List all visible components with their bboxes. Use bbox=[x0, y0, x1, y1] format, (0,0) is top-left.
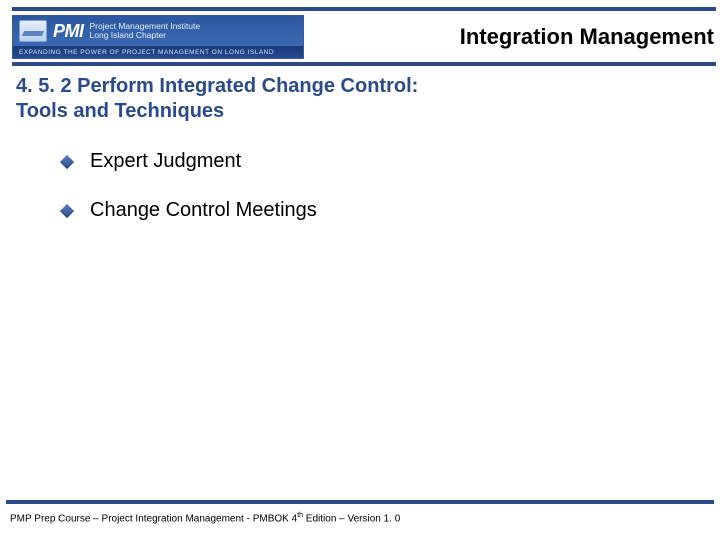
pmi-logo: PMI Project Management Institute Long Is… bbox=[12, 15, 304, 59]
footer-post: Edition – Version 1. 0 bbox=[303, 513, 400, 524]
bottom-rule bbox=[6, 500, 714, 504]
section-heading: 4. 5. 2 Perform Integrated Change Contro… bbox=[16, 74, 704, 124]
logo-inst-text: Project Management Institute Long Island… bbox=[90, 22, 201, 41]
footer-text: PMP Prep Course – Project Integration Ma… bbox=[10, 512, 400, 524]
footer-pre: PMP Prep Course – Project Integration Ma… bbox=[10, 513, 297, 524]
page-title: Integration Management bbox=[304, 24, 716, 50]
diamond-bullet-icon bbox=[60, 154, 74, 168]
header-underline bbox=[12, 62, 716, 66]
slide: PMI Project Management Institute Long Is… bbox=[0, 0, 720, 540]
top-rule bbox=[12, 7, 716, 11]
logo-line2: Long Island Chapter bbox=[90, 31, 201, 40]
list-item: Expert Judgment bbox=[62, 150, 680, 173]
list-item: Change Control Meetings bbox=[62, 199, 680, 222]
header-row: PMI Project Management Institute Long Is… bbox=[12, 14, 716, 60]
pmi-badge-icon bbox=[19, 20, 47, 42]
section-number-title: 4. 5. 2 Perform Integrated Change Contro… bbox=[16, 75, 418, 97]
bullet-list: Expert Judgment Change Control Meetings bbox=[62, 150, 680, 248]
section-subtitle: Tools and Techniques bbox=[16, 99, 704, 124]
logo-top: PMI Project Management Institute Long Is… bbox=[13, 16, 303, 46]
bullet-text: Expert Judgment bbox=[90, 150, 241, 173]
logo-tagline: Expanding the Power of Project Managemen… bbox=[13, 46, 303, 58]
bullet-text: Change Control Meetings bbox=[90, 199, 317, 222]
logo-pmi-text: PMI bbox=[53, 21, 84, 42]
diamond-bullet-icon bbox=[60, 203, 74, 217]
